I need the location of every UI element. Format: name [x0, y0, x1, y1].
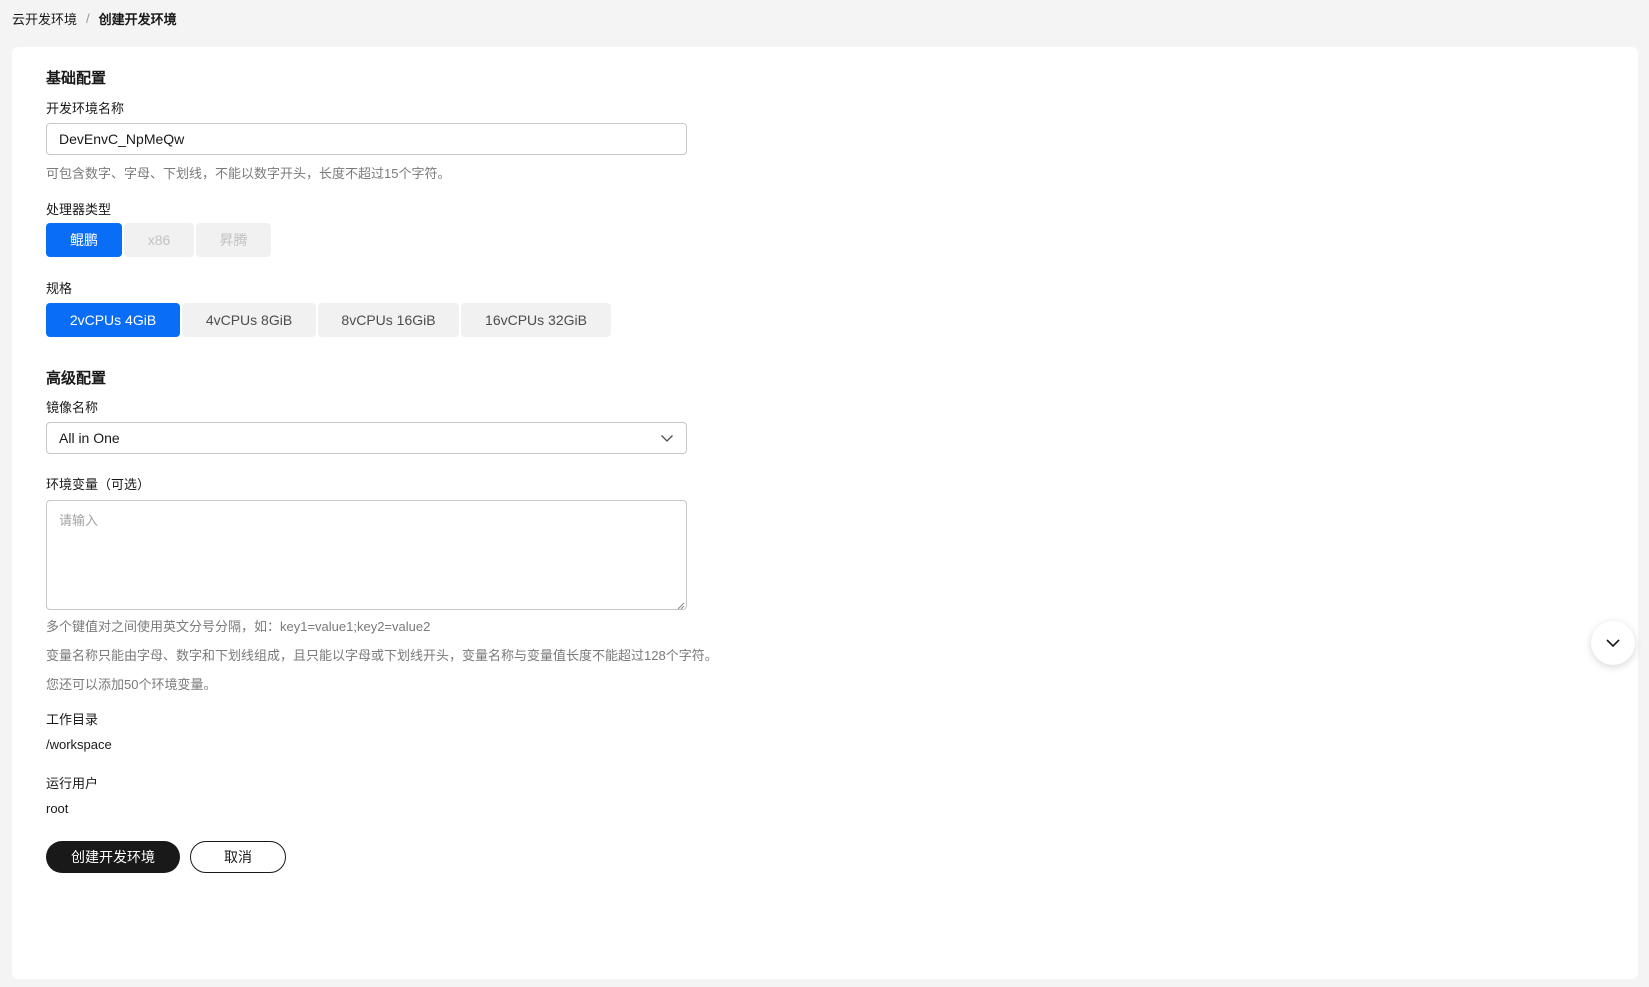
- resize-grip-icon[interactable]: [677, 602, 685, 610]
- cancel-button[interactable]: 取消: [190, 841, 286, 873]
- env-vars-hint-rules: 变量名称只能由字母、数字和下划线组成，且只能以字母或下划线开头，变量名称与变量值…: [46, 648, 718, 663]
- workdir-value: /workspace: [46, 737, 112, 752]
- env-vars-hint-format: 多个键值对之间使用英文分号分隔，如：key1=value1;key2=value…: [46, 619, 431, 634]
- env-name-input[interactable]: [46, 123, 687, 155]
- spec-option-4vcpus-8gib[interactable]: 4vCPUs 8GiB: [182, 303, 316, 337]
- processor-option-ascend[interactable]: 昇腾: [196, 223, 271, 257]
- run-user-label: 运行用户: [46, 776, 99, 791]
- env-vars-hint-remaining: 您还可以添加50个环境变量。: [46, 677, 217, 692]
- processor-option-kunpeng[interactable]: 鲲鹏: [46, 223, 122, 257]
- breadcrumb-separator: /: [86, 10, 90, 26]
- env-vars-textarea[interactable]: [46, 500, 687, 610]
- env-vars-label: 环境变量（可选）: [46, 477, 151, 492]
- workdir-label: 工作目录: [46, 712, 99, 727]
- env-name-label: 开发环境名称: [46, 101, 125, 116]
- basic-config-title: 基础配置: [46, 70, 107, 87]
- breadcrumb: 云开发环境 / 创建开发环境: [12, 8, 177, 28]
- spec-option-16vcpus-32gib[interactable]: 16vCPUs 32GiB: [461, 303, 611, 337]
- breadcrumb-link-cloud-dev-env[interactable]: 云开发环境: [12, 9, 77, 28]
- spec-label: 规格: [46, 281, 73, 296]
- advanced-config-title: 高级配置: [46, 370, 107, 387]
- processor-option-x86[interactable]: x86: [124, 223, 194, 257]
- processor-type-label: 处理器类型: [46, 202, 112, 217]
- spec-option-2vcpus-4gib[interactable]: 2vCPUs 4GiB: [46, 303, 180, 337]
- chevron-down-icon: [1604, 634, 1622, 652]
- env-name-hint: 可包含数字、字母、下划线，不能以数字开头，长度不超过15个字符。: [46, 166, 451, 181]
- image-name-select[interactable]: All in One: [46, 422, 687, 454]
- image-name-label: 镜像名称: [46, 400, 99, 415]
- scroll-down-button[interactable]: [1591, 621, 1635, 665]
- create-env-button[interactable]: 创建开发环境: [46, 841, 180, 873]
- run-user-value: root: [46, 801, 69, 816]
- spec-selector: 2vCPUs 4GiB 4vCPUs 8GiB 8vCPUs 16GiB 16v…: [46, 303, 611, 337]
- chevron-down-icon: [660, 431, 674, 445]
- form-card: 基础配置 开发环境名称 可包含数字、字母、下划线，不能以数字开头，长度不超过15…: [12, 47, 1638, 979]
- spec-option-8vcpus-16gib[interactable]: 8vCPUs 16GiB: [318, 303, 459, 337]
- processor-type-selector: 鲲鹏 x86 昇腾: [46, 223, 271, 257]
- image-name-selected-value: All in One: [59, 430, 120, 446]
- breadcrumb-current-page: 创建开发环境: [98, 11, 177, 27]
